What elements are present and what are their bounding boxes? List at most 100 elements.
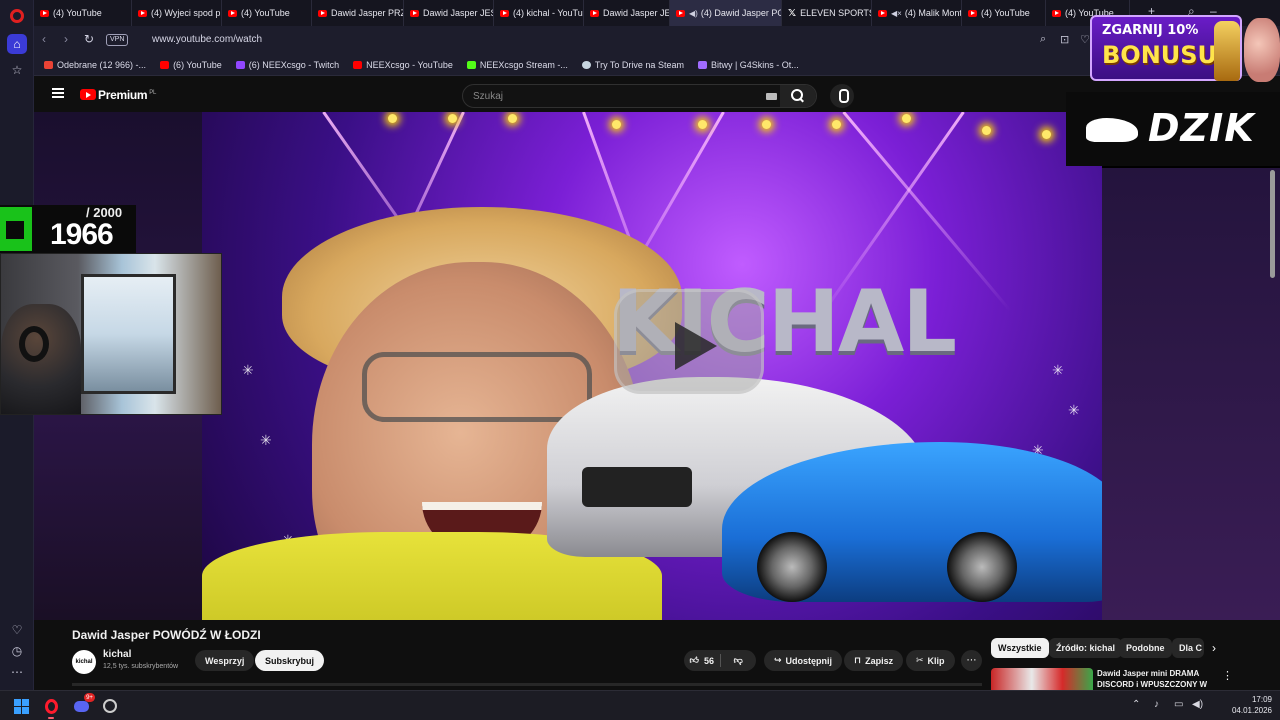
youtube-brand[interactable]: Premium PL	[98, 88, 156, 102]
snapshot-icon[interactable]: ⊡	[1060, 33, 1069, 46]
home-icon[interactable]: ⌂	[7, 34, 27, 54]
clip-label: Klip	[927, 655, 945, 666]
promo-line-2: BONUSU	[1102, 41, 1218, 69]
bookmark-twitch[interactable]: (6) NEEXcsgo - Twitch	[235, 60, 339, 70]
tab-9[interactable]: 𝕏ELEVEN SPORTS PL	[782, 0, 872, 26]
opera-taskbar-icon[interactable]	[40, 695, 62, 719]
forward-icon[interactable]: ›	[64, 32, 68, 46]
tab-2[interactable]: (4) Wyjeci spod pra	[132, 0, 222, 26]
app-taskbar-icon[interactable]	[99, 695, 121, 717]
video-thumbnail[interactable]: ✳ ✳ ✳ ✳ ✳ ✳ KICHAL	[202, 112, 1102, 620]
brand-label: Premium	[98, 88, 148, 102]
recommendation-thumbnail[interactable]	[991, 668, 1093, 690]
like-button[interactable]: 👍︎ 56	[684, 655, 720, 666]
tab-5[interactable]: Dawid Jasper JEST	[404, 0, 494, 26]
support-button[interactable]: Wesprzyj	[195, 650, 255, 671]
save-button[interactable]: ⊓ Zapisz	[844, 650, 904, 671]
tab-7[interactable]: Dawid Jasper JEST	[584, 0, 670, 26]
more-actions-icon[interactable]: ⋯	[961, 650, 982, 671]
bookmark-kick[interactable]: NEEXcsgo Stream -...	[466, 60, 568, 70]
youtube-icon	[968, 9, 977, 17]
champagne-icon	[1214, 21, 1240, 81]
bookmark-neex-youtube[interactable]: NEEXcsgo - YouTube	[353, 60, 453, 70]
kick-icon	[466, 60, 476, 69]
channel-name[interactable]: kichal	[103, 649, 131, 660]
bookmark-youtube[interactable]: (6) YouTube	[160, 60, 222, 70]
video-title: Dawid Jasper POWÓDŹ W ŁODZI	[72, 628, 261, 642]
recommendation-menu-icon[interactable]: ⋮	[1222, 669, 1233, 682]
thumbs-down-icon: 👎︎	[733, 655, 743, 665]
stage-light	[612, 120, 621, 129]
history-icon[interactable]: ◷	[7, 641, 27, 661]
car-wheel	[757, 532, 827, 602]
youtube-icon	[500, 9, 509, 17]
tab-3[interactable]: (4) YouTube	[222, 0, 312, 26]
microphone-icon[interactable]: ♪	[1154, 699, 1159, 710]
page-scrollbar[interactable]	[1270, 170, 1275, 278]
youtube-icon	[318, 9, 327, 17]
discord-taskbar-icon[interactable]: 9+	[70, 693, 95, 717]
network-icon[interactable]: ▭	[1174, 699, 1183, 710]
channel-avatar[interactable]: kichal	[72, 650, 96, 674]
stage-light	[1042, 130, 1051, 139]
vpn-badge[interactable]: VPN	[106, 34, 129, 46]
sparkle-icon: ✳	[1052, 362, 1064, 378]
tab-11[interactable]: (4) YouTube	[962, 0, 1046, 26]
tab-8-active[interactable]: ◀)(4) Dawid Jasper POW	[670, 0, 782, 26]
bookmark-label: Bitwy | G4Skins - Ot...	[710, 59, 799, 70]
tab-6[interactable]: (4) kichal - YouTube	[494, 0, 584, 26]
youtube-icon	[410, 9, 419, 17]
chevron-right-icon[interactable]: ›	[1212, 641, 1216, 655]
youtube-icon	[878, 9, 887, 17]
opera-logo-icon[interactable]	[10, 9, 24, 23]
bookmark-gmail[interactable]: Odebrane (12 966) -...	[44, 60, 146, 70]
windows-taskbar: 9+ ⌃ ♪ ▭ ◀) 17:09 04.01.2026	[0, 690, 1280, 720]
voice-search-icon[interactable]	[830, 84, 854, 108]
keyboard-icon[interactable]	[766, 93, 777, 100]
play-button-icon[interactable]	[614, 289, 764, 394]
tab-label: Dawid Jasper JEST	[603, 8, 670, 18]
sparkle-icon: ✳	[1068, 402, 1080, 418]
share-button[interactable]: ↪ Udostępnij	[764, 650, 843, 671]
youtube-icon	[590, 9, 599, 17]
subscribe-button[interactable]: Subskrybuj	[255, 650, 325, 671]
url-field[interactable]: www.youtube.com/watch	[152, 34, 262, 45]
clip-button[interactable]: ✂ Klip	[906, 650, 955, 671]
tab-10[interactable]: ◀× (4) Malik Monta	[872, 0, 962, 26]
muted-speaker-icon[interactable]: ◀×	[891, 9, 902, 18]
reload-icon[interactable]: ↻	[84, 32, 94, 46]
menu-icon[interactable]	[52, 88, 64, 98]
recommendation-title[interactable]: Dawid Jasper mini DRAMA DISCORD i WPUSZC…	[1097, 668, 1217, 690]
like-dislike-group: 👍︎ 56 👎︎	[684, 650, 756, 671]
tray-chevron-icon[interactable]: ⌃	[1132, 699, 1140, 710]
goal-value: 1966	[50, 218, 114, 251]
sponsor-name: DZIK	[1148, 106, 1255, 150]
volume-icon[interactable]: ◀)	[1192, 699, 1203, 710]
search-button[interactable]	[780, 85, 816, 107]
speaker-icon[interactable]: ◀)	[689, 9, 698, 18]
bookmark-label: Try To Drive na Steam	[594, 59, 684, 70]
tab-1[interactable]: (4) YouTube	[34, 0, 132, 26]
bookmark-g4skins[interactable]: Bitwy | G4Skins - Ot...	[697, 59, 799, 70]
stage-light	[698, 120, 707, 129]
star-icon[interactable]: ☆	[7, 60, 27, 80]
windows-start-icon[interactable]	[14, 699, 29, 714]
tab-label: Dawid Jasper JEST	[423, 8, 493, 18]
tab-label: (4) Dawid Jasper POW	[700, 8, 781, 18]
more-sidebar-icon[interactable]: ⋯	[7, 662, 27, 682]
bookmark-page-icon[interactable]: ♡	[1080, 33, 1090, 46]
chip-related[interactable]: Podobne	[1119, 638, 1172, 658]
youtube-logo-icon[interactable]	[80, 89, 96, 100]
youtube-icon	[40, 9, 49, 17]
clock[interactable]: 17:09 04.01.2026	[1212, 694, 1272, 716]
heart-icon[interactable]: ♡	[7, 620, 27, 640]
search-input[interactable]	[463, 85, 753, 107]
bookmark-steam[interactable]: Try To Drive na Steam	[581, 59, 684, 70]
chip-all[interactable]: Wszystkie	[991, 638, 1049, 658]
search-page-icon[interactable]: ⌕	[1040, 33, 1046, 46]
chip-for-you[interactable]: Dla C	[1172, 638, 1204, 658]
dislike-button[interactable]: 👎︎	[721, 655, 757, 666]
tab-4[interactable]: Dawid Jasper PRZY	[312, 0, 404, 26]
chip-source[interactable]: Źródło: kichal	[1049, 638, 1123, 658]
back-icon[interactable]: ‹	[42, 32, 46, 46]
